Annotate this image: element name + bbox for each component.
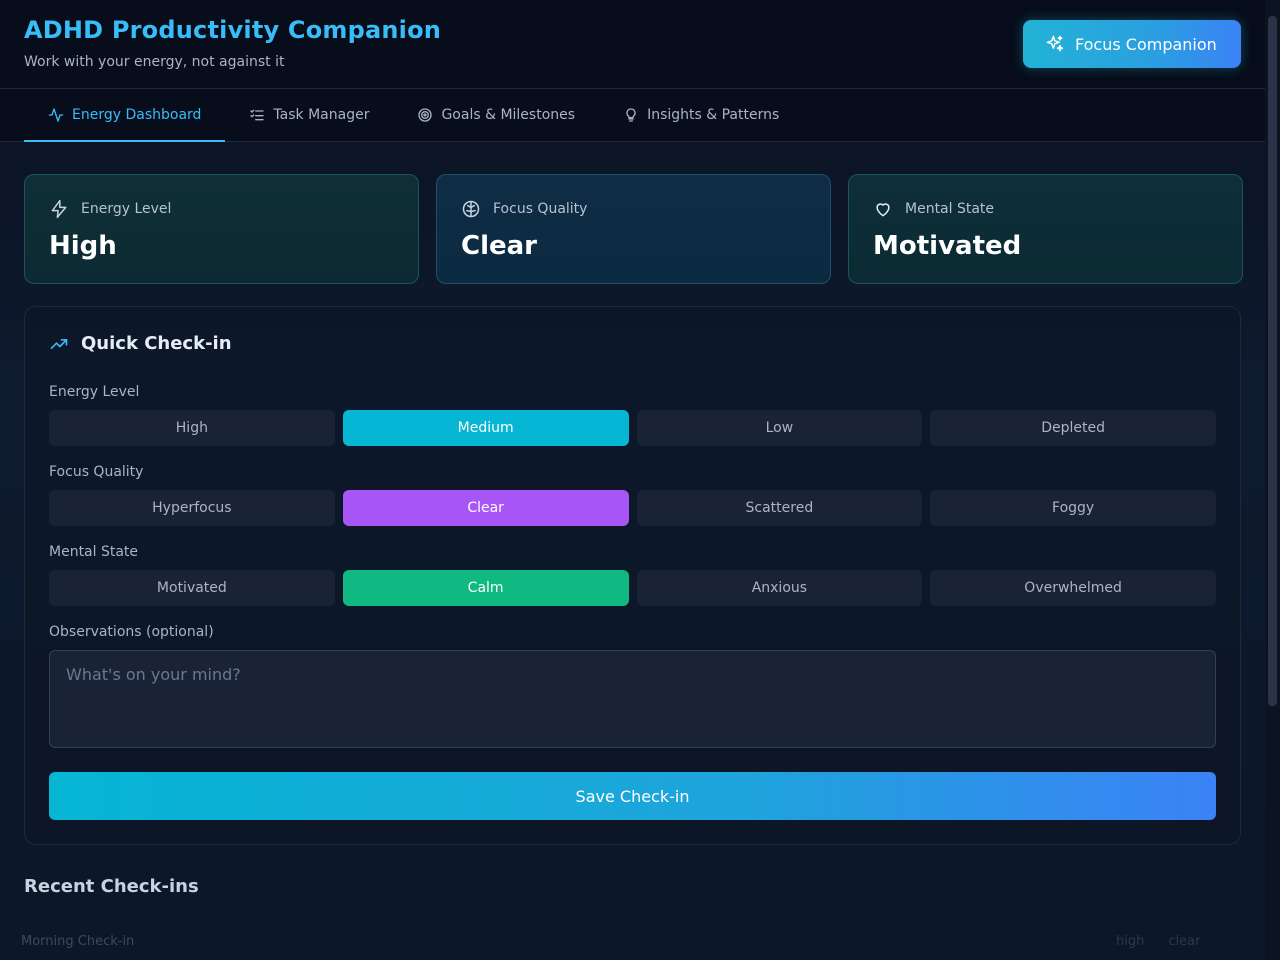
- focus-option-hyperfocus[interactable]: Hyperfocus: [49, 490, 335, 526]
- stat-label-row: Energy Level: [49, 199, 394, 219]
- mental-card-label: Mental State: [905, 201, 995, 217]
- brain-icon: [462, 200, 480, 218]
- mental-option-overwhelmed[interactable]: Overwhelmed: [930, 570, 1216, 606]
- bolt-icon: [51, 199, 67, 219]
- tab-energy-dashboard[interactable]: Energy Dashboard: [24, 89, 226, 142]
- mental-option-anxious[interactable]: Anxious: [636, 570, 923, 606]
- scrollbar[interactable]: [1265, 0, 1280, 960]
- sparkles-icon: [1046, 35, 1064, 52]
- focus-quality-label: Focus Quality: [49, 464, 144, 480]
- trending-up-icon: [50, 338, 68, 349]
- stat-label-row: Focus Quality: [461, 199, 806, 219]
- focus-companion-label: Focus Companion: [1075, 34, 1217, 54]
- lightbulb-icon: [626, 108, 636, 122]
- checkin-title: Quick Check-in: [81, 333, 232, 354]
- focus-quality-card: Focus Quality Clear: [436, 174, 831, 284]
- energy-level-label: Energy Level: [49, 384, 140, 400]
- energy-card-label: Energy Level: [81, 201, 172, 217]
- energy-option-depleted[interactable]: Depleted: [930, 410, 1216, 446]
- mental-card-value: Motivated: [873, 231, 1022, 261]
- save-checkin-button[interactable]: Save Check-in: [49, 772, 1216, 820]
- focus-options: Hyperfocus Clear Scattered Foggy: [49, 490, 1216, 526]
- energy-tag: high: [1116, 934, 1145, 949]
- focus-option-scattered[interactable]: Scattered: [636, 490, 923, 526]
- list-item[interactable]: Morning Check-in: [21, 934, 134, 949]
- tab-task-manager[interactable]: Task Manager: [225, 89, 393, 141]
- energy-level-card: Energy Level High: [24, 174, 419, 284]
- energy-option-high[interactable]: High: [49, 410, 335, 446]
- app-title: ADHD Productivity Companion: [24, 16, 442, 44]
- activity-icon: [48, 108, 64, 122]
- scrollbar-thumb[interactable]: [1268, 16, 1277, 706]
- app-subtitle: Work with your energy, not against it: [24, 54, 285, 70]
- stat-cards: Energy Level High Focus Quality Clear Me…: [24, 174, 1243, 284]
- energy-options: High Medium Low Depleted: [49, 410, 1216, 446]
- recent-checkins-title: Recent Check-ins: [24, 876, 199, 897]
- observations-input[interactable]: [49, 650, 1216, 748]
- mental-option-motivated[interactable]: Motivated: [49, 570, 335, 606]
- focus-tag: clear: [1168, 934, 1201, 949]
- mental-state-label: Mental State: [49, 544, 139, 560]
- energy-option-medium[interactable]: Medium: [342, 410, 629, 446]
- heart-icon: [876, 203, 890, 217]
- checkin-title-row: Quick Check-in: [49, 333, 1216, 354]
- mental-option-calm[interactable]: Calm: [342, 570, 629, 606]
- tab-bar: Energy Dashboard Task Manager Goals & Mi…: [0, 89, 1280, 142]
- mental-state-card: Mental State Motivated: [848, 174, 1243, 284]
- stat-label-row: Mental State: [873, 199, 1218, 219]
- list-checks-icon: [250, 109, 265, 121]
- tab-label: Goals & Milestones: [441, 107, 576, 123]
- energy-option-low[interactable]: Low: [636, 410, 923, 446]
- target-icon: [418, 108, 433, 122]
- tab-label: Insights & Patterns: [647, 107, 780, 123]
- tab-goals-milestones[interactable]: Goals & Milestones: [393, 89, 599, 141]
- app-header: ADHD Productivity Companion Work with yo…: [0, 0, 1280, 89]
- focus-option-clear[interactable]: Clear: [342, 490, 629, 526]
- quick-checkin-panel: Quick Check-in Energy Level High Medium …: [24, 306, 1241, 845]
- focus-companion-button[interactable]: Focus Companion: [1023, 20, 1241, 68]
- recent-item-tags: high clear: [1116, 934, 1200, 949]
- focus-card-label: Focus Quality: [493, 201, 588, 217]
- mental-options: Motivated Calm Anxious Overwhelmed: [49, 570, 1216, 606]
- tab-insights-patterns[interactable]: Insights & Patterns: [599, 89, 803, 141]
- observations-label: Observations (optional): [49, 624, 214, 640]
- tab-label: Energy Dashboard: [72, 107, 202, 123]
- focus-option-foggy[interactable]: Foggy: [930, 490, 1216, 526]
- energy-card-value: High: [49, 231, 117, 261]
- focus-card-value: Clear: [461, 231, 537, 261]
- tab-label: Task Manager: [273, 107, 370, 123]
